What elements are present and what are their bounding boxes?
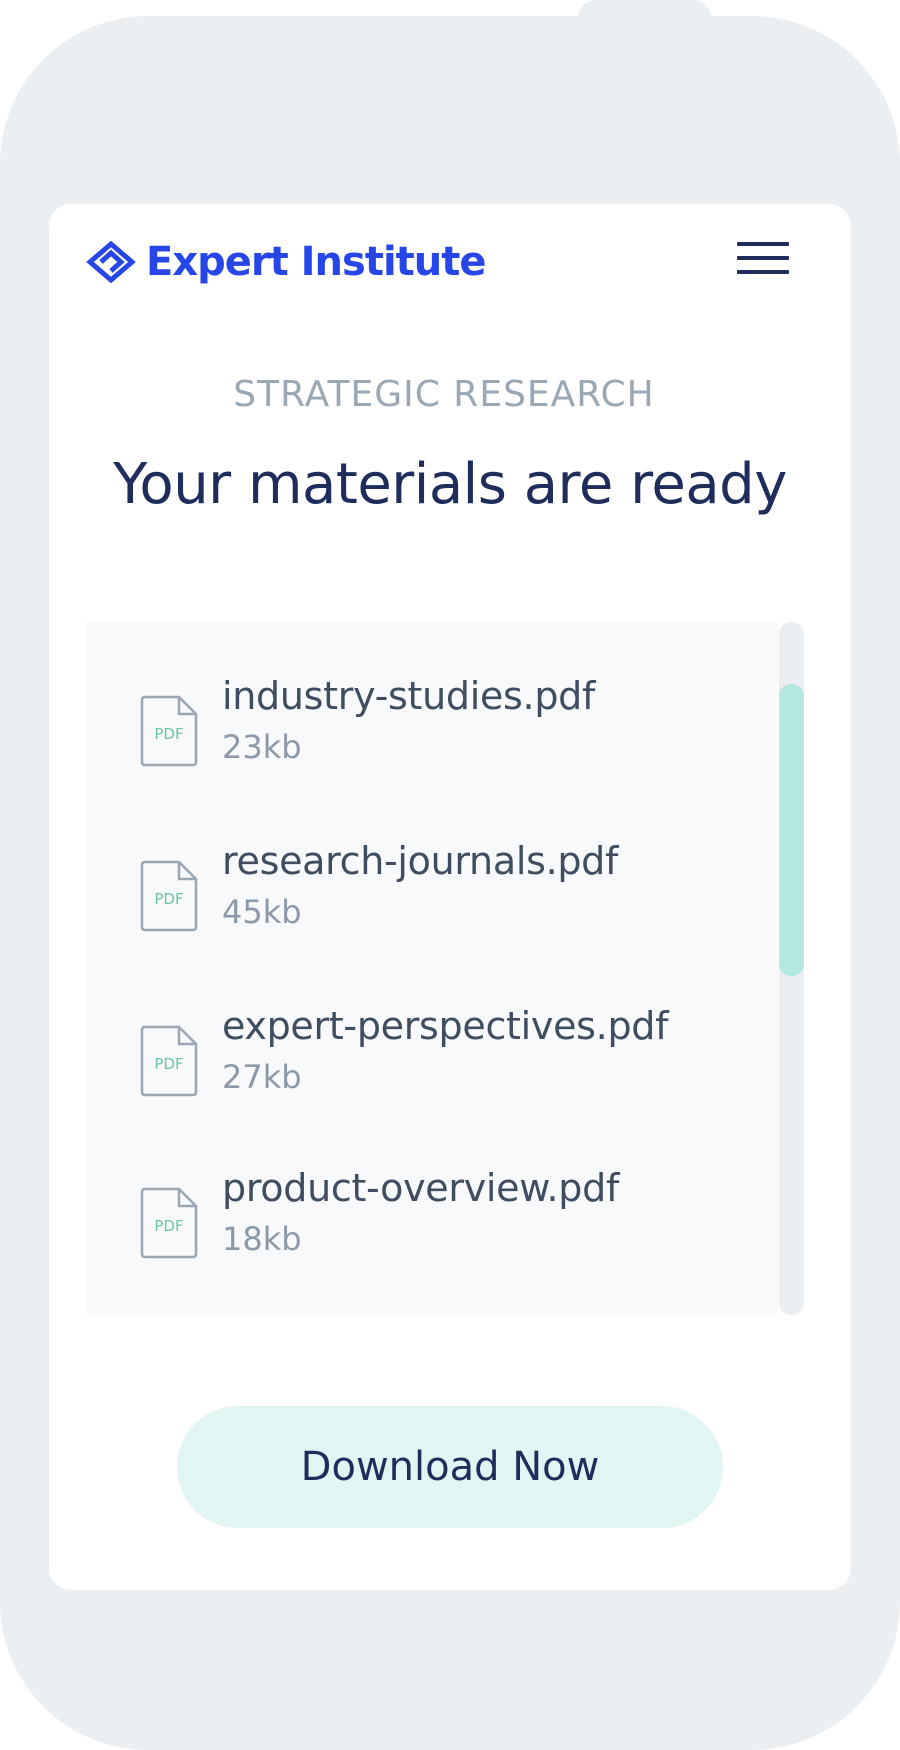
- page-title: Your materials are ready: [113, 452, 787, 517]
- section-eyebrow: STRATEGIC RESEARCH: [233, 374, 655, 415]
- menu-button[interactable]: [737, 242, 791, 282]
- svg-text:PDF: PDF: [154, 890, 183, 908]
- scrollbar-track[interactable]: [779, 622, 804, 1315]
- svg-text:PDF: PDF: [154, 725, 183, 743]
- pdf-file-icon: PDF: [140, 860, 198, 932]
- file-name: industry-studies.pdf: [222, 674, 596, 718]
- file-list: PDF industry-studies.pdf 23kb PDF resear…: [86, 622, 778, 1315]
- scrollbar-thumb[interactable]: [779, 684, 804, 976]
- file-size: 27kb: [222, 1058, 302, 1096]
- file-size: 23kb: [222, 728, 302, 766]
- svg-text:PDF: PDF: [154, 1055, 183, 1073]
- file-size: 18kb: [222, 1220, 302, 1258]
- file-name: expert-perspectives.pdf: [222, 1004, 669, 1048]
- file-item-research-journals[interactable]: PDF research-journals.pdf 45kb: [86, 839, 778, 959]
- file-name: research-journals.pdf: [222, 839, 619, 883]
- file-size: 45kb: [222, 893, 302, 931]
- svg-text:PDF: PDF: [154, 1217, 183, 1235]
- brand-logo[interactable]: Expert Institute: [86, 239, 487, 285]
- download-now-button[interactable]: Download Now: [177, 1406, 723, 1528]
- pdf-file-icon: PDF: [140, 1025, 198, 1097]
- pdf-file-icon: PDF: [140, 695, 198, 767]
- file-item-industry-studies[interactable]: PDF industry-studies.pdf 23kb: [86, 674, 778, 794]
- site-header: Expert Institute: [49, 204, 851, 319]
- file-item-expert-perspectives[interactable]: PDF expert-perspectives.pdf 27kb: [86, 1004, 778, 1124]
- brand-name: Expert Institute: [146, 239, 487, 285]
- file-item-product-overview[interactable]: PDF product-overview.pdf 18kb: [86, 1166, 778, 1286]
- phone-screen: Expert Institute STRATEGIC RESEARCH Your…: [49, 204, 851, 1590]
- pdf-file-icon: PDF: [140, 1187, 198, 1259]
- file-name: product-overview.pdf: [222, 1166, 620, 1210]
- expert-institute-logo-mark-icon: [86, 241, 136, 283]
- page: Expert Institute STRATEGIC RESEARCH Your…: [0, 0, 900, 1750]
